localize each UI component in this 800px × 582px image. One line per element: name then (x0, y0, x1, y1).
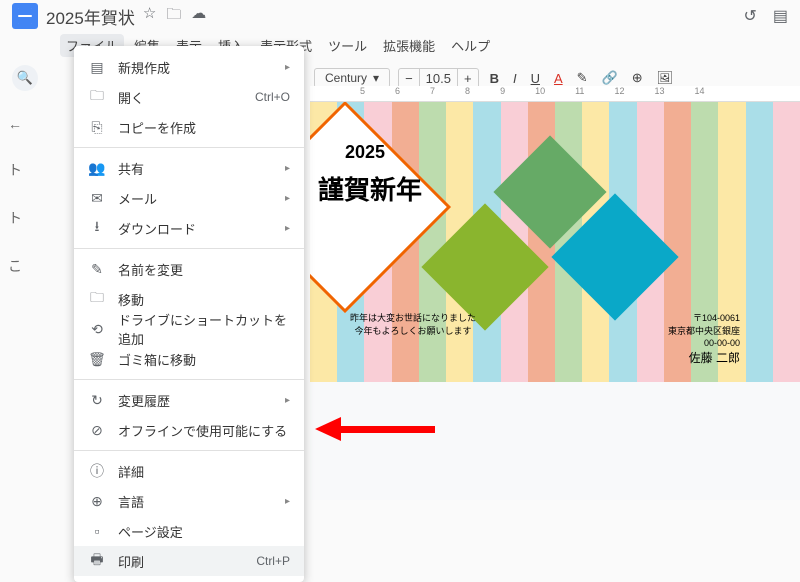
history-icon: ↻ (88, 392, 106, 409)
page-setup-icon: ▫ (88, 523, 106, 539)
download-icon: ⭳ (88, 216, 106, 240)
offline-icon: ⊘ (88, 422, 106, 439)
menu-item-share[interactable]: 👥共有▸ (74, 153, 304, 183)
menu-item-download[interactable]: ⭳ダウンロード▸ (74, 213, 304, 243)
card-greeting: 謹賀新年 (318, 170, 422, 207)
size-plus[interactable]: + (458, 69, 478, 88)
menu-item-mail[interactable]: ✉メール▸ (74, 183, 304, 213)
print-icon: 🖶 (88, 549, 106, 573)
document-title[interactable]: 2025年賀状 (46, 4, 135, 29)
share-icon: 👥 (88, 160, 106, 177)
font-size-value[interactable]: 10.5 (419, 69, 458, 88)
menu-item-history[interactable]: ↻変更履歴▸ (74, 385, 304, 415)
underline-icon[interactable]: U (528, 71, 543, 86)
menu-item-drive-shortcut[interactable]: ⟲ドライブにショートカットを追加 (74, 314, 304, 344)
trash-icon: 🗑 (88, 351, 106, 368)
menu-item-rename[interactable]: ✎名前を変更 (74, 254, 304, 284)
menu-item-copy[interactable]: ⎘コピーを作成 (74, 112, 304, 142)
menu-item-trash[interactable]: 🗑ゴミ箱に移動 (74, 344, 304, 374)
file-menu-dropdown: ▤新規作成▸ 🗀開くCtrl+O ⎘コピーを作成 👥共有▸ ✉メール▸ ⭳ダウン… (74, 46, 304, 582)
chevron-right-icon: ▸ (285, 193, 290, 204)
horizontal-ruler[interactable]: 567891011121314 (310, 86, 800, 102)
menu-item-open[interactable]: 🗀開くCtrl+O (74, 82, 304, 112)
menu-item-language[interactable]: ⊕言語▸ (74, 486, 304, 516)
menu-item-details[interactable]: ⓘ詳細 (74, 456, 304, 486)
comment-icon[interactable]: ⊕ (629, 70, 646, 86)
chevron-right-icon: ▸ (285, 395, 290, 406)
text-color-icon[interactable]: A (551, 71, 566, 86)
chevron-right-icon: ▸ (285, 223, 290, 234)
rename-icon: ✎ (88, 261, 106, 278)
move-folder-icon[interactable]: 🗀 (166, 4, 181, 29)
menu-extensions[interactable]: 拡張機能 (377, 34, 441, 57)
sidebar-doc-tab[interactable]: ト (8, 208, 22, 228)
copy-icon: ⎘ (88, 119, 106, 136)
sidebar-doc-tab[interactable]: ト (8, 160, 22, 180)
menu-item-new[interactable]: ▤新規作成▸ (74, 52, 304, 82)
menu-item-offline[interactable]: ⊘オフラインで使用可能にする (74, 415, 304, 445)
globe-icon: ⊕ (88, 493, 106, 510)
image-icon[interactable]: 🖼 (654, 70, 677, 86)
mail-icon: ✉ (88, 190, 106, 207)
sidebar-doc-tab[interactable]: こ (8, 256, 22, 276)
page-content[interactable]: 2025 謹賀新年 昨年は大変お世話になりました今年もよろしくお願いします 〒1… (310, 102, 800, 382)
info-icon: ⓘ (88, 461, 106, 481)
file-new-icon: ▤ (88, 59, 106, 76)
chevron-right-icon: ▸ (285, 62, 290, 73)
chevron-right-icon: ▸ (285, 496, 290, 507)
cloud-saved-icon: ☁ (191, 4, 206, 29)
back-icon[interactable]: ← (8, 116, 22, 132)
menu-help[interactable]: ヘルプ (445, 34, 496, 57)
chevron-down-icon: ▾ (373, 71, 379, 85)
menu-item-print[interactable]: 🖶印刷Ctrl+P (74, 546, 304, 576)
menu-item-page-setup[interactable]: ▫ページ設定 (74, 516, 304, 546)
font-name-label: Century (325, 71, 367, 85)
card-address: 〒104-0061東京都中央区銀座00-00-00佐藤 二郎 (668, 312, 740, 367)
bold-icon[interactable]: B (487, 71, 502, 86)
annotation-arrow (315, 420, 435, 438)
font-selector[interactable]: Century ▾ (314, 68, 390, 88)
italic-icon[interactable]: I (510, 71, 520, 86)
folder-open-icon: 🗀 (88, 85, 106, 109)
history-icon[interactable]: ↺ (743, 6, 756, 26)
comments-icon[interactable]: ▤ (773, 6, 788, 26)
star-icon[interactable]: ☆ (143, 4, 156, 29)
size-minus[interactable]: − (399, 69, 419, 88)
docs-app-icon[interactable] (12, 3, 38, 29)
card-message: 昨年は大変お世話になりました今年もよろしくお願いします (350, 312, 476, 337)
card-year: 2025 (345, 142, 385, 163)
link-icon[interactable]: 🔗 (599, 70, 621, 86)
menu-tools[interactable]: ツール (322, 34, 373, 57)
move-icon: 🗀 (88, 287, 106, 311)
drive-shortcut-icon: ⟲ (88, 321, 106, 338)
highlight-icon[interactable]: ✎ (574, 70, 591, 86)
chevron-right-icon: ▸ (285, 163, 290, 174)
